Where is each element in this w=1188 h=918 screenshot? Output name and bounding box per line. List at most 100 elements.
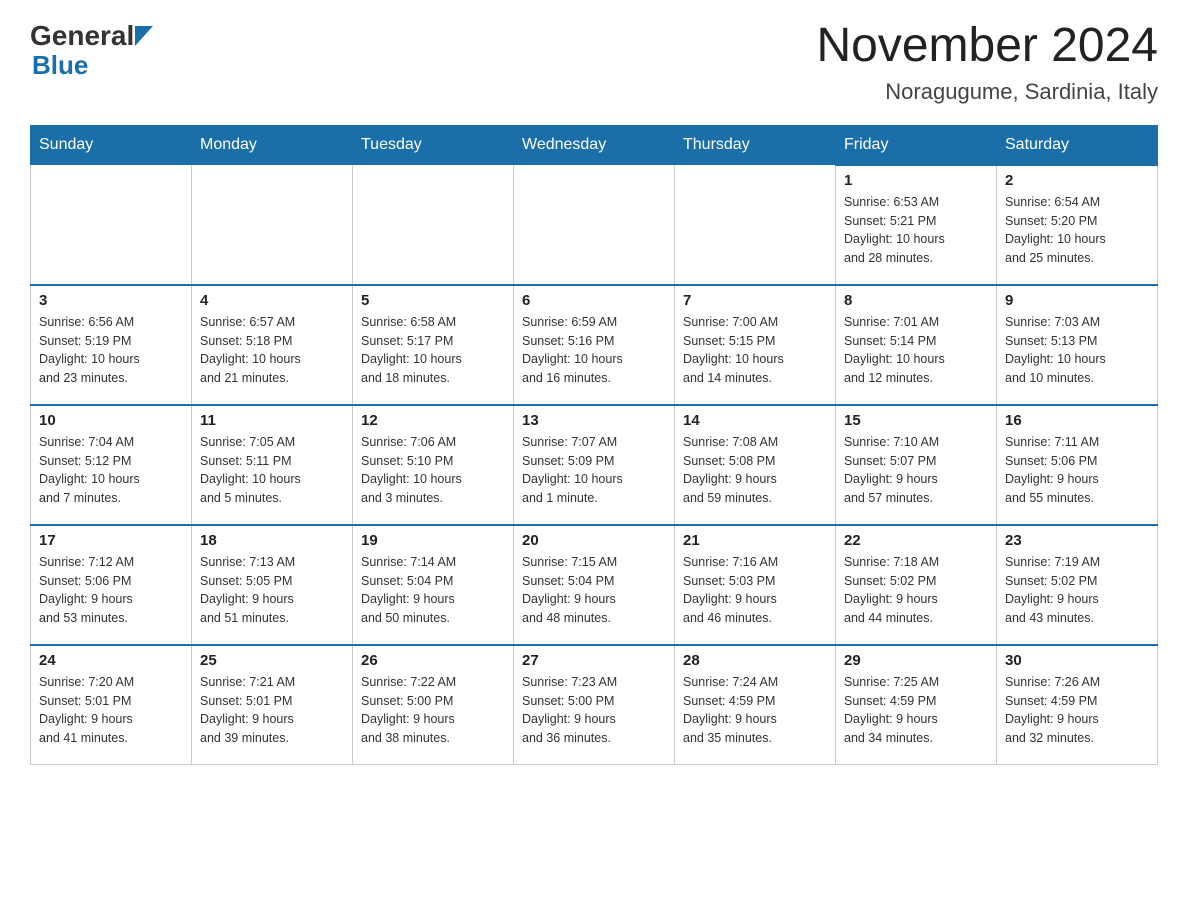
day-info: Sunrise: 6:57 AMSunset: 5:18 PMDaylight:… [200,313,344,388]
calendar-day-cell: 20 Sunrise: 7:15 AMSunset: 5:04 PMDayligh… [514,525,675,645]
weekday-header-wednesday: Wednesday [514,125,675,165]
day-number: 12 [361,412,505,429]
calendar-day-cell: 26 Sunrise: 7:22 AMSunset: 5:00 PMDayligh… [353,645,514,765]
calendar-day-cell [514,165,675,285]
calendar-day-cell: 15 Sunrise: 7:10 AMSunset: 5:07 PMDayligh… [836,405,997,525]
calendar-day-cell: 16Sunrise: 7:11 AMSunset: 5:06 PMDayligh… [997,405,1158,525]
calendar-week-row: 17Sunrise: 7:12 AMSunset: 5:06 PMDayligh… [31,525,1158,645]
day-info: Sunrise: 7:21 AMSunset: 5:01 PMDaylight:… [200,673,344,748]
day-info: Sunrise: 7:07 AMSunset: 5:09 PMDaylight:… [522,433,666,508]
calendar-day-cell: 4 Sunrise: 6:57 AMSunset: 5:18 PMDaylight… [192,285,353,405]
calendar-day-cell: 27 Sunrise: 7:23 AMSunset: 5:00 PMDayligh… [514,645,675,765]
day-info: Sunrise: 7:26 AMSunset: 4:59 PMDaylight:… [1005,673,1149,748]
day-info: Sunrise: 6:59 AMSunset: 5:16 PMDaylight:… [522,313,666,388]
calendar-day-cell [675,165,836,285]
weekday-header-friday: Friday [836,125,997,165]
calendar-week-row: 10 Sunrise: 7:04 AMSunset: 5:12 PMDayligh… [31,405,1158,525]
day-number: 16 [1005,412,1149,429]
calendar-day-cell: 7 Sunrise: 7:00 AMSunset: 5:15 PMDaylight… [675,285,836,405]
calendar-day-cell: 6 Sunrise: 6:59 AMSunset: 5:16 PMDaylight… [514,285,675,405]
calendar-table: SundayMondayTuesdayWednesdayThursdayFrid… [30,125,1158,766]
day-info: Sunrise: 7:03 AMSunset: 5:13 PMDaylight:… [1005,313,1149,388]
day-info: Sunrise: 7:15 AMSunset: 5:04 PMDaylight:… [522,553,666,628]
day-number: 29 [844,652,988,669]
weekday-header-sunday: Sunday [31,125,192,165]
calendar-week-row: 1Sunrise: 6:53 AMSunset: 5:21 PMDaylight… [31,165,1158,285]
day-number: 15 [844,412,988,429]
day-info: Sunrise: 7:13 AMSunset: 5:05 PMDaylight:… [200,553,344,628]
calendar-day-cell: 19Sunrise: 7:14 AMSunset: 5:04 PMDayligh… [353,525,514,645]
calendar-day-cell [31,165,192,285]
calendar-day-cell: 21 Sunrise: 7:16 AMSunset: 5:03 PMDayligh… [675,525,836,645]
day-info: Sunrise: 7:20 AMSunset: 5:01 PMDaylight:… [39,673,183,748]
day-number: 27 [522,652,666,669]
day-info: Sunrise: 7:22 AMSunset: 5:00 PMDaylight:… [361,673,505,748]
calendar-day-cell: 24Sunrise: 7:20 AMSunset: 5:01 PMDayligh… [31,645,192,765]
day-number: 13 [522,412,666,429]
day-number: 18 [200,532,344,549]
calendar-day-cell: 3 Sunrise: 6:56 AMSunset: 5:19 PMDaylight… [31,285,192,405]
calendar-day-cell: 18 Sunrise: 7:13 AMSunset: 5:05 PMDayligh… [192,525,353,645]
calendar-day-cell: 12Sunrise: 7:06 AMSunset: 5:10 PMDayligh… [353,405,514,525]
logo-general-text: General [30,20,134,52]
day-info: Sunrise: 7:04 AMSunset: 5:12 PMDaylight:… [39,433,183,508]
day-info: Sunrise: 7:10 AMSunset: 5:07 PMDaylight:… [844,433,988,508]
day-info: Sunrise: 7:00 AMSunset: 5:15 PMDaylight:… [683,313,827,388]
day-number: 2 [1005,172,1149,189]
calendar-day-cell: 1Sunrise: 6:53 AMSunset: 5:21 PMDaylight… [836,165,997,285]
weekday-header-monday: Monday [192,125,353,165]
day-number: 7 [683,292,827,309]
calendar-day-cell [353,165,514,285]
day-number: 21 [683,532,827,549]
day-number: 11 [200,412,344,429]
day-number: 4 [200,292,344,309]
logo-triangle-icon [135,26,153,46]
calendar-header: SundayMondayTuesdayWednesdayThursdayFrid… [31,125,1158,165]
day-number: 28 [683,652,827,669]
day-number: 26 [361,652,505,669]
day-number: 6 [522,292,666,309]
day-number: 9 [1005,292,1149,309]
page-header: General Blue November 2024 Noragugume, S… [30,20,1158,105]
calendar-day-cell: 22 Sunrise: 7:18 AMSunset: 5:02 PMDayligh… [836,525,997,645]
calendar-week-row: 3 Sunrise: 6:56 AMSunset: 5:19 PMDaylight… [31,285,1158,405]
calendar-day-cell: 8Sunrise: 7:01 AMSunset: 5:14 PMDaylight… [836,285,997,405]
day-info: Sunrise: 7:25 AMSunset: 4:59 PMDaylight:… [844,673,988,748]
day-info: Sunrise: 7:12 AMSunset: 5:06 PMDaylight:… [39,553,183,628]
day-info: Sunrise: 7:18 AMSunset: 5:02 PMDaylight:… [844,553,988,628]
calendar-day-cell: 28 Sunrise: 7:24 AMSunset: 4:59 PMDayligh… [675,645,836,765]
weekday-header-saturday: Saturday [997,125,1158,165]
day-info: Sunrise: 6:56 AMSunset: 5:19 PMDaylight:… [39,313,183,388]
calendar-day-cell: 5 Sunrise: 6:58 AMSunset: 5:17 PMDaylight… [353,285,514,405]
calendar-day-cell: 10 Sunrise: 7:04 AMSunset: 5:12 PMDayligh… [31,405,192,525]
day-number: 20 [522,532,666,549]
day-info: Sunrise: 7:05 AMSunset: 5:11 PMDaylight:… [200,433,344,508]
day-info: Sunrise: 7:19 AMSunset: 5:02 PMDaylight:… [1005,553,1149,628]
day-number: 19 [361,532,505,549]
calendar-day-cell: 29 Sunrise: 7:25 AMSunset: 4:59 PMDayligh… [836,645,997,765]
day-number: 1 [844,172,988,189]
day-number: 25 [200,652,344,669]
day-number: 22 [844,532,988,549]
calendar-day-cell: 25 Sunrise: 7:21 AMSunset: 5:01 PMDayligh… [192,645,353,765]
weekday-row: SundayMondayTuesdayWednesdayThursdayFrid… [31,125,1158,165]
day-number: 5 [361,292,505,309]
month-title: November 2024 [816,20,1158,73]
day-number: 3 [39,292,183,309]
calendar-day-cell: 23Sunrise: 7:19 AMSunset: 5:02 PMDayligh… [997,525,1158,645]
day-info: Sunrise: 7:16 AMSunset: 5:03 PMDaylight:… [683,553,827,628]
day-info: Sunrise: 6:58 AMSunset: 5:17 PMDaylight:… [361,313,505,388]
calendar-day-cell [192,165,353,285]
weekday-header-thursday: Thursday [675,125,836,165]
day-info: Sunrise: 7:23 AMSunset: 5:00 PMDaylight:… [522,673,666,748]
calendar-week-row: 24Sunrise: 7:20 AMSunset: 5:01 PMDayligh… [31,645,1158,765]
logo-blue-text: Blue [32,50,88,80]
location-title: Noragugume, Sardinia, Italy [816,79,1158,105]
calendar-body: 1Sunrise: 6:53 AMSunset: 5:21 PMDaylight… [31,165,1158,765]
day-info: Sunrise: 6:54 AMSunset: 5:20 PMDaylight:… [1005,193,1149,268]
day-info: Sunrise: 7:24 AMSunset: 4:59 PMDaylight:… [683,673,827,748]
day-number: 30 [1005,652,1149,669]
day-info: Sunrise: 7:01 AMSunset: 5:14 PMDaylight:… [844,313,988,388]
day-number: 10 [39,412,183,429]
weekday-header-tuesday: Tuesday [353,125,514,165]
